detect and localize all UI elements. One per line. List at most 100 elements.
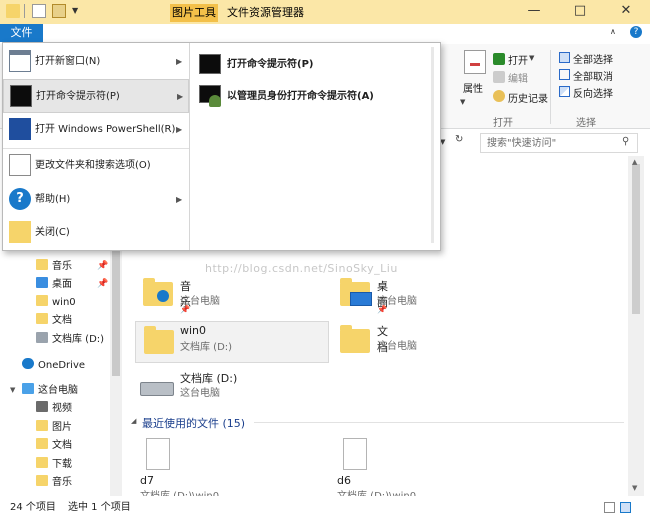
status-bar: 24 个项目 选中 1 个项目: [0, 496, 650, 520]
customize-quick-access-icon[interactable]: ▼: [72, 6, 78, 15]
file-tab[interactable]: 文件: [0, 24, 43, 42]
search-icon[interactable]: ⚲: [622, 136, 629, 147]
desktop-icon: [36, 277, 48, 288]
expand-chevron-icon[interactable]: ▼: [10, 386, 15, 394]
properties-icon[interactable]: [464, 50, 486, 74]
scroll-down-icon[interactable]: ▼: [632, 484, 637, 492]
open-button[interactable]: 打开: [508, 52, 528, 67]
nav-item-pc-music[interactable]: 音乐: [36, 474, 72, 492]
nav-label: 这台电脑: [38, 385, 78, 396]
nav-label: 音乐: [52, 261, 72, 272]
group-label-open: 打开: [493, 118, 513, 129]
invert-selection-button[interactable]: 反向选择: [573, 85, 613, 100]
divider: [24, 4, 25, 18]
nav-item-downloads[interactable]: 下载: [36, 456, 72, 474]
window-title: 文件资源管理器: [227, 6, 304, 19]
submenu-open-command-prompt-admin[interactable]: 以管理员身份打开命令提示符(A): [193, 81, 438, 113]
drive-icon: [140, 382, 174, 396]
admin-user-icon: [209, 95, 221, 107]
large-icons-view-icon[interactable]: [620, 502, 631, 513]
picture-tools-tab[interactable]: 图片工具: [170, 4, 218, 22]
select-all-icon: [559, 52, 570, 63]
group-label-select: 选择: [576, 118, 596, 129]
nav-item-win0[interactable]: win0: [36, 294, 76, 312]
options-icon: [9, 154, 31, 176]
nav-item-videos[interactable]: 视频: [36, 400, 72, 418]
nav-label: 文档: [52, 315, 72, 326]
close-button[interactable]: ✕: [603, 0, 649, 24]
nav-item-drive-d[interactable]: 文档库 (D:): [36, 331, 104, 349]
menu-item-open-powershell[interactable]: 打开 Windows PowerShell(R) ▶: [3, 113, 189, 147]
menu-item-close[interactable]: 关闭(C): [3, 216, 189, 250]
selected-count: 选中 1 个项目: [68, 502, 131, 513]
document-icon: [146, 438, 170, 470]
nav-item-pictures[interactable]: 图片: [36, 419, 72, 437]
nav-item-music[interactable]: 音乐: [36, 258, 72, 276]
desktop-icon: [350, 292, 372, 306]
nav-label: 下载: [52, 459, 72, 470]
nav-item-onedrive[interactable]: OneDrive: [22, 357, 85, 375]
search-input[interactable]: 搜索"快速访问": [480, 133, 638, 153]
collapse-ribbon-icon[interactable]: ∧: [610, 27, 616, 36]
item-count: 24 个项目: [10, 502, 56, 513]
nav-item-pc-documents[interactable]: 文档: [36, 437, 72, 455]
edit-button[interactable]: 编辑: [508, 70, 528, 85]
pictures-icon: [36, 420, 48, 431]
details-view-icon[interactable]: [604, 502, 615, 513]
watermark: http://blog.csdn.net/SinoSky_Liu: [205, 262, 398, 275]
window-icon: [9, 50, 31, 72]
nav-item-this-pc[interactable]: 这台电脑: [22, 382, 78, 400]
menu-item-open-command-prompt[interactable]: 打开命令提示符(P) ▶: [3, 79, 189, 113]
recent-files-header[interactable]: 最近使用的文件 (15): [142, 415, 245, 431]
properties-button[interactable]: 属性: [463, 80, 483, 95]
content-scrollbar-thumb[interactable]: [632, 164, 640, 314]
properties-dropdown-icon[interactable]: ▼: [460, 98, 465, 106]
submenu-scrollbar[interactable]: [431, 47, 434, 243]
nav-item-desktop[interactable]: 桌面: [36, 276, 72, 294]
menu-item-label: 打开 Windows PowerShell(R): [35, 124, 176, 135]
pin-icon: 📌: [377, 305, 387, 314]
menu-item-folder-options[interactable]: 更改文件夹和搜索选项(O): [3, 149, 189, 183]
nav-label: OneDrive: [38, 360, 86, 371]
menu-item-label: 帮助(H): [35, 194, 71, 205]
help-button[interactable]: ?: [630, 26, 642, 38]
nav-item-documents[interactable]: 文档: [36, 312, 72, 330]
downloads-icon: [36, 457, 48, 468]
submenu-label: 打开命令提示符(P): [227, 59, 314, 70]
folder-icon: [36, 295, 48, 306]
scroll-up-icon[interactable]: ▲: [632, 158, 637, 166]
history-button[interactable]: 历史记录: [508, 90, 548, 105]
select-none-button[interactable]: 全部取消: [573, 68, 613, 83]
group-divider: [550, 50, 551, 124]
invert-selection-icon: [559, 86, 570, 97]
properties-quick-icon[interactable]: [32, 4, 46, 18]
menu-item-help[interactable]: ? 帮助(H) ▶: [3, 183, 189, 217]
cmd-icon: [199, 54, 221, 74]
computer-icon: [22, 383, 34, 394]
maximize-button[interactable]: □: [557, 0, 603, 24]
select-all-button[interactable]: 全部选择: [573, 51, 613, 66]
history-icon: [493, 90, 505, 102]
pin-icon[interactable]: 📌: [97, 261, 108, 271]
select-none-icon: [559, 69, 570, 80]
expand-chevron-icon[interactable]: ◢: [131, 417, 136, 425]
open-dropdown-icon[interactable]: ▼: [529, 54, 534, 62]
submenu-open-command-prompt[interactable]: 打开命令提示符(P): [193, 49, 438, 81]
file-menu: 打开新窗口(N) ▶ 打开命令提示符(P) ▶ 打开 Windows Power…: [2, 42, 441, 251]
new-folder-quick-icon[interactable]: [52, 4, 66, 18]
item-location: 这台电脑: [377, 341, 417, 352]
menu-item-label: 打开新窗口(N): [35, 56, 101, 67]
menu-item-new-window[interactable]: 打开新窗口(N) ▶: [3, 45, 189, 79]
folder-item-win0[interactable]: win0 文档库 (D:): [135, 321, 329, 363]
pin-icon: 📌: [180, 305, 190, 314]
minimize-button[interactable]: —: [511, 0, 557, 24]
nav-label: 桌面: [52, 279, 72, 290]
open-icon: [493, 53, 505, 65]
chevron-right-icon: ▶: [177, 92, 184, 101]
drive-icon: [36, 332, 48, 343]
powershell-icon: [9, 118, 31, 140]
pin-icon[interactable]: 📌: [97, 279, 108, 289]
close-folder-icon: [9, 221, 31, 243]
music-folder-icon: [36, 259, 48, 270]
refresh-icon[interactable]: ↻: [455, 134, 475, 152]
